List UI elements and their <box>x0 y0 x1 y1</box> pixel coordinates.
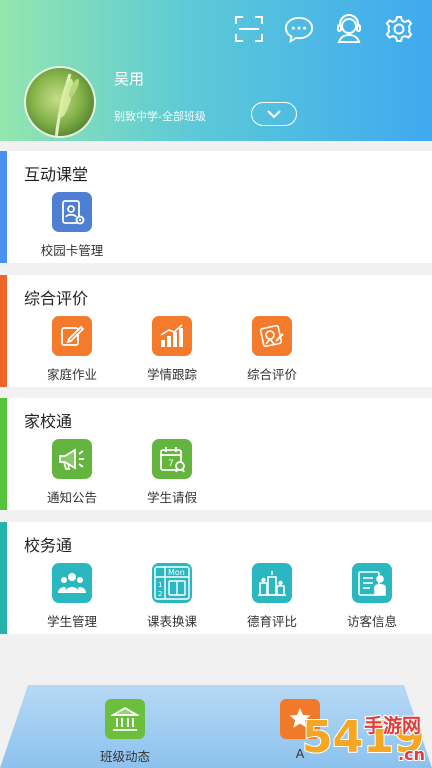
section-title: 校务通 <box>24 536 73 555</box>
students-icon <box>52 563 92 603</box>
section-accent <box>0 522 7 634</box>
svg-text:1: 1 <box>158 581 162 589</box>
section-title: 综合评价 <box>24 289 89 308</box>
school-card-icon <box>52 192 92 232</box>
class-news-icon <box>105 699 145 739</box>
section-school-affairs: 校务通 学生管理 Mon 1 2 课表换课 德育评比 访客信息 <box>0 522 432 634</box>
message-icon[interactable] <box>284 14 314 44</box>
section-title: 互动课堂 <box>24 165 89 184</box>
chevron-down-icon <box>267 110 281 119</box>
tile-label: 通知公告 <box>46 490 97 505</box>
scan-icon[interactable] <box>234 14 264 44</box>
tile-visitor-info[interactable]: 访客信息 <box>322 563 422 630</box>
tile-learning-tracking[interactable]: 学情跟踪 <box>122 316 222 383</box>
section-accent <box>0 151 7 263</box>
section-accent <box>0 398 7 510</box>
tile-label: 学生请假 <box>146 490 197 505</box>
site-watermark-logo: 5419 手游网 .cn <box>301 711 426 765</box>
calendar-day-text: 7 <box>168 459 174 469</box>
tile-label: 访客信息 <box>346 614 397 629</box>
tile-comprehensive-evaluation[interactable]: 综合评价 <box>222 316 322 383</box>
visitor-icon <box>352 563 392 603</box>
tile-timetable[interactable]: Mon 1 2 课表换课 <box>122 563 222 630</box>
timetable-icon: Mon 1 2 <box>152 563 192 603</box>
timetable-day-text: Mon <box>168 568 185 577</box>
customer-service-icon[interactable] <box>334 14 364 44</box>
settings-gear-icon[interactable] <box>384 14 414 44</box>
top-toolbar <box>234 14 414 44</box>
evaluation-icon <box>252 316 292 356</box>
calendar-leave-icon: 7 <box>152 439 192 479</box>
section-title: 家校通 <box>24 412 73 431</box>
tile-student-leave[interactable]: 7 学生请假 <box>122 439 222 506</box>
user-school-class: 别致中学-全部班级 <box>114 110 206 123</box>
tile-homework[interactable]: 家庭作业 <box>22 316 122 383</box>
ranking-icon <box>252 563 292 603</box>
megaphone-icon <box>52 439 92 479</box>
expand-class-button[interactable] <box>251 102 297 126</box>
tile-school-card[interactable]: 校园卡管理 <box>22 192 122 259</box>
tile-label: 德育评比 <box>246 614 297 629</box>
section-home-school: 家校通 通知公告 7 学生请假 <box>0 398 432 510</box>
user-name: 吴用 <box>114 70 145 88</box>
nav-label: 班级动态 <box>100 749 151 764</box>
tile-label: 校园卡管理 <box>40 243 104 258</box>
svg-text:.cn: .cn <box>398 745 425 764</box>
svg-text:2: 2 <box>158 590 162 598</box>
tracking-chart-icon <box>152 316 192 356</box>
avatar[interactable] <box>24 66 96 138</box>
homework-icon <box>52 316 92 356</box>
svg-text:手游网: 手游网 <box>364 714 421 737</box>
profile-header: 吴用 别致中学-全部班级 <box>0 0 432 141</box>
tile-moral-ranking[interactable]: 德育评比 <box>222 563 322 630</box>
section-accent <box>0 275 7 387</box>
tile-label: 课表换课 <box>146 614 197 629</box>
section-comprehensive-evaluation: 综合评价 家庭作业 学情跟踪 综合评价 <box>0 275 432 387</box>
tile-notice[interactable]: 通知公告 <box>22 439 122 506</box>
tile-label: 学情跟踪 <box>146 367 197 382</box>
tile-label: 学生管理 <box>46 614 97 629</box>
nav-class-news[interactable]: 班级动态 <box>100 699 150 765</box>
section-interactive-class: 互动课堂 校园卡管理 <box>0 151 432 263</box>
tile-student-management[interactable]: 学生管理 <box>22 563 122 630</box>
tile-label: 综合评价 <box>246 367 297 382</box>
tile-label: 家庭作业 <box>46 367 97 382</box>
